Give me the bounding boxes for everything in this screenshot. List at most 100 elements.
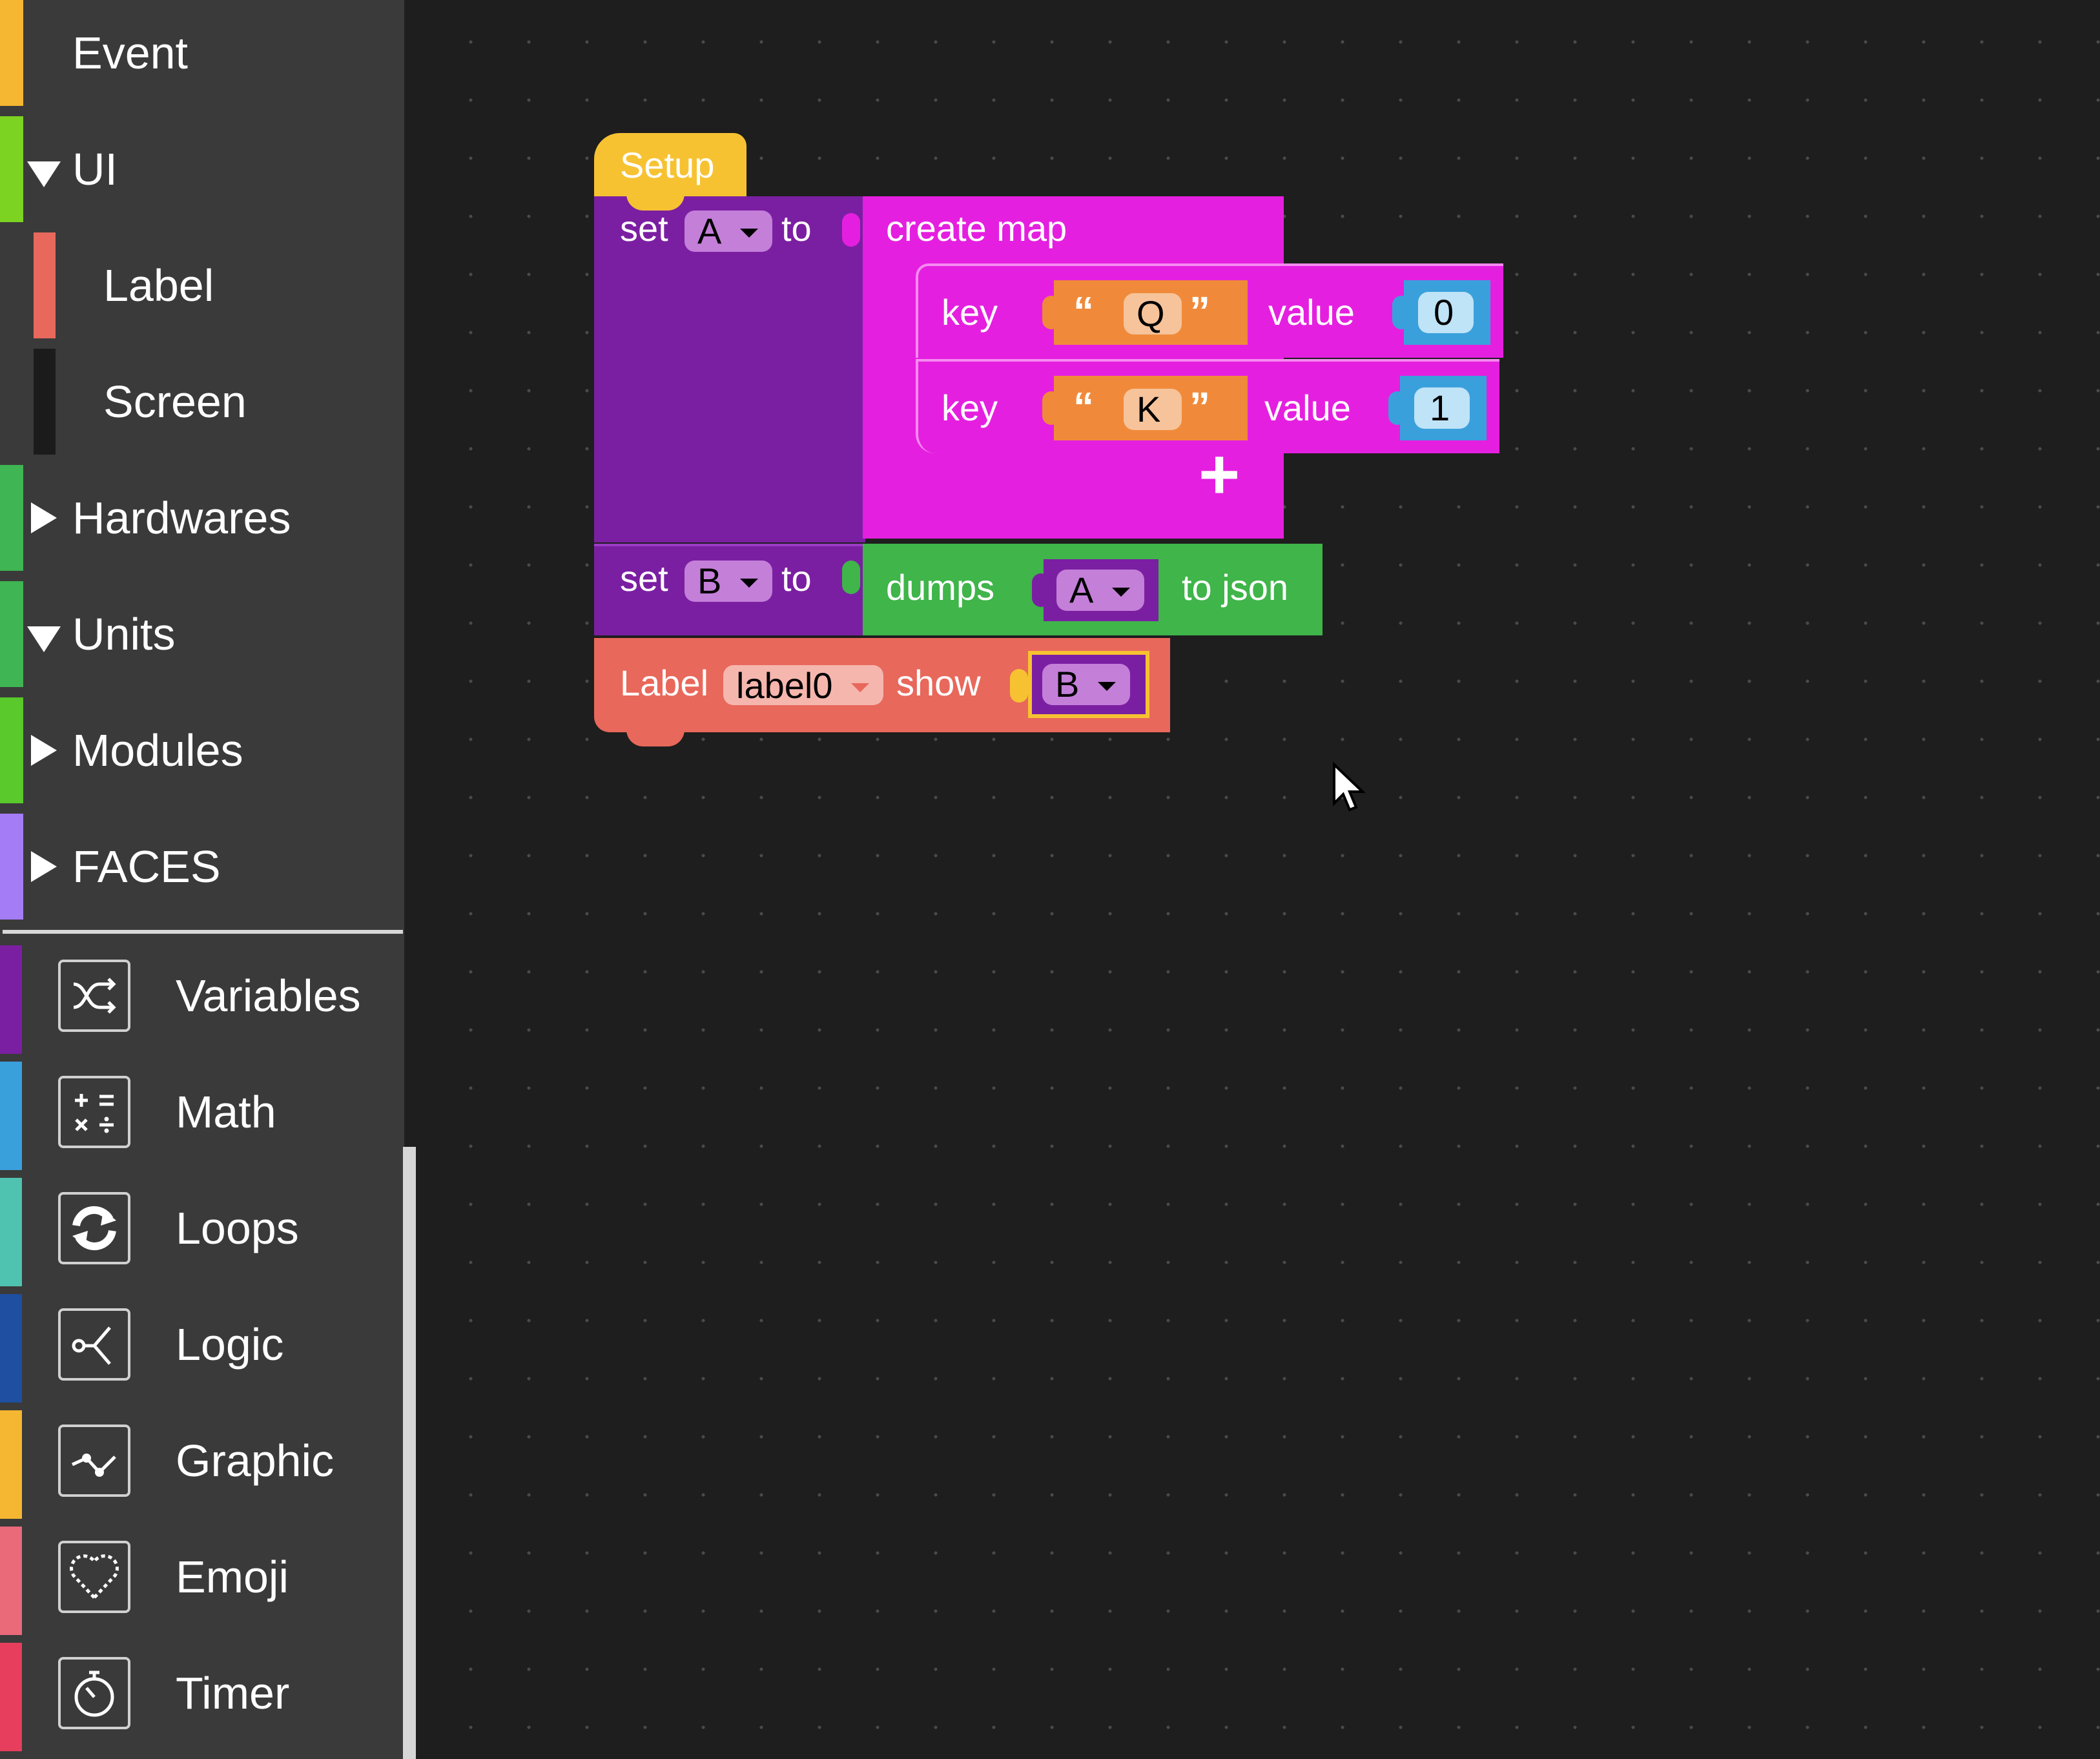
block-connector-notch [626,730,685,746]
category-event[interactable]: Event [0,0,404,116]
tool-loops[interactable]: Loops [0,1178,404,1294]
value-label: value [1268,292,1355,333]
label-name-dropdown[interactable]: label0 [723,665,883,706]
input-connector [842,561,860,594]
tool-logic[interactable]: Logic [0,1294,404,1410]
category-ui[interactable]: UI [0,116,404,232]
category-color-bar [0,814,23,920]
to-keyword: to [781,558,812,599]
expanded-arrow-icon[interactable] [27,161,61,187]
tool-label: Variables [176,971,361,1021]
text-block-q[interactable]: “ Q ” [1054,280,1248,345]
set-b-block[interactable]: set B to [594,544,865,635]
tool-variables[interactable]: Variables [0,945,404,1062]
variable-getter-a[interactable]: A [1044,559,1158,621]
text-value: Q [1137,293,1165,334]
graphic-icon [58,1425,130,1497]
map-entry-row-1[interactable]: key “ Q ” value 0 [916,263,1503,358]
variable-name: A [1069,570,1094,610]
category-color-bar [0,1527,22,1635]
text-field-k[interactable]: K [1124,389,1182,430]
map-entry-row-2[interactable]: key “ K ” value 1 [916,359,1499,453]
category-color-bar [0,1294,22,1403]
set-keyword: set [620,208,668,249]
variables-icon [58,960,130,1032]
category-color-bar [0,0,23,106]
input-connector [842,213,860,247]
dropdown-caret-icon [740,579,758,588]
show-keyword: show [896,663,981,703]
category-label-text: Label [103,260,214,311]
sidebar-divider [3,930,403,934]
variable-getter-b[interactable]: B [1028,651,1149,718]
number-field-1[interactable]: 1 [1414,387,1470,429]
tool-math[interactable]: Math [0,1062,404,1178]
set-a-block[interactable]: set A to [594,196,865,542]
dumps-json-block[interactable]: dumps A to json [863,544,1323,635]
timer-icon [58,1657,130,1729]
expanded-arrow-icon[interactable] [27,626,61,652]
text-value: K [1137,389,1161,429]
toolbox-sidebar: Event UI Label Screen Hardwares Units Mo… [0,0,416,1759]
variable-dropdown-b-getter[interactable]: B [1042,664,1130,705]
collapsed-arrow-icon[interactable] [31,502,57,533]
collapsed-arrow-icon[interactable] [31,735,57,766]
number-block-0[interactable]: 0 [1404,280,1490,345]
loops-icon [58,1192,130,1264]
setup-label: Setup [620,145,715,185]
key-label: key [942,292,998,333]
collapsed-arrow-icon[interactable] [31,851,57,882]
category-color-bar [0,1643,22,1751]
tool-label: Emoji [176,1552,289,1602]
category-screen[interactable]: Screen [0,349,404,465]
number-value: 1 [1430,387,1450,428]
input-connector [1042,391,1060,425]
variable-dropdown-a-getter[interactable]: A [1056,570,1144,611]
setup-block[interactable]: Setup [594,133,746,198]
tool-label: Timer [176,1668,290,1718]
category-label[interactable]: Label [0,232,404,349]
create-map-label: create map [886,208,1067,249]
category-faces[interactable]: FACES [0,814,404,930]
category-units[interactable]: Units [0,581,404,697]
label-keyword: Label [620,663,709,703]
block-connector-notch [626,194,685,211]
category-label: Modules [72,725,243,776]
category-label: FACES [72,841,221,892]
open-quote: “ [1073,384,1094,430]
category-color-bar [0,945,22,1054]
category-modules[interactable]: Modules [0,697,404,814]
tool-emoji[interactable]: Emoji [0,1527,404,1643]
category-color-bar [0,465,23,571]
number-field-0[interactable]: 0 [1418,292,1474,333]
category-label: UI [72,144,118,194]
open-quote: “ [1073,288,1094,334]
text-block-k[interactable]: “ K ” [1054,376,1248,440]
category-color-bar [0,697,23,803]
tool-label: Math [176,1087,276,1137]
close-quote: ” [1189,288,1210,334]
number-block-1[interactable]: 1 [1400,376,1487,440]
tool-timer[interactable]: Timer [0,1643,404,1759]
category-hardwares[interactable]: Hardwares [0,465,404,581]
map-inner-rail [863,265,901,456]
category-color-bar [0,581,23,687]
input-connector [1388,391,1406,425]
tool-label: Logic [176,1319,284,1370]
variable-dropdown-b[interactable]: B [685,561,772,602]
variable-name: B [1055,664,1080,705]
category-label-text: Screen [103,376,247,427]
dropdown-caret-icon [740,229,758,238]
tool-graphic[interactable]: Graphic [0,1410,404,1527]
close-quote: ” [1189,384,1210,430]
set-keyword: set [620,558,668,599]
to-json-label: to json [1182,567,1288,608]
tool-label: Graphic [176,1435,335,1486]
text-field-q[interactable]: Q [1124,293,1182,334]
variable-dropdown-a[interactable]: A [685,211,772,252]
label-show-block[interactable]: Label label0 show B [594,638,1170,732]
sidebar-scrollbar[interactable] [403,1147,416,1759]
input-connector [1010,669,1028,703]
key-label: key [942,387,998,428]
category-color-bar [0,116,23,222]
